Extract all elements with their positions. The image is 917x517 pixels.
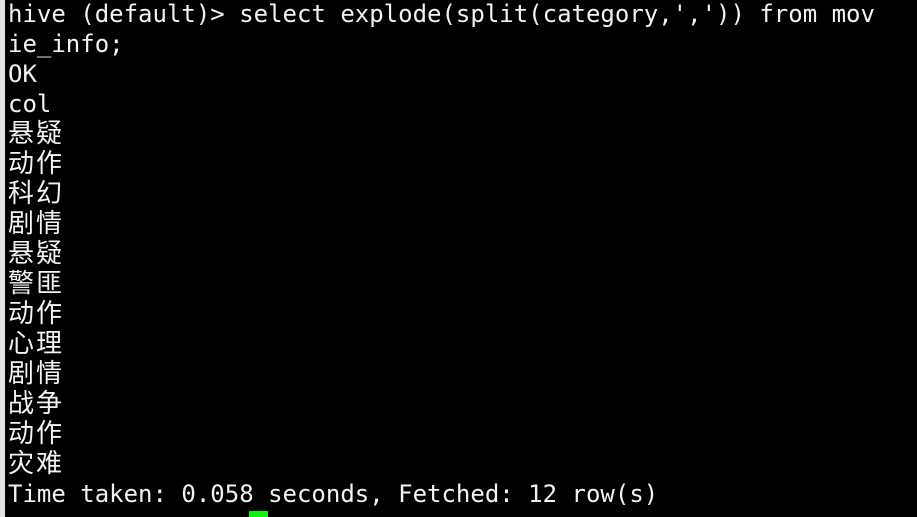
terminal-result-row-6: 警匪: [8, 269, 65, 299]
terminal-result-row-10: 战争: [8, 389, 65, 419]
terminal-result-row-8: 心理: [8, 329, 65, 359]
terminal-result-row-4: 剧情: [8, 209, 65, 239]
terminal-window[interactable]: hive (default)> select explode(split(cat…: [0, 0, 917, 517]
terminal-line-summary: Time taken: 0.058 seconds, Fetched: 12 r…: [8, 480, 659, 508]
terminal-line-column-header: col: [8, 90, 52, 118]
terminal-result-row-2: 动作: [8, 149, 65, 179]
terminal-result-row-11: 动作: [8, 419, 65, 449]
terminal-result-row-7: 动作: [8, 299, 65, 329]
terminal-result-row-12: 灾难: [8, 449, 65, 479]
terminal-result-row-5: 悬疑: [8, 239, 65, 269]
terminal-result-row-9: 剧情: [8, 359, 65, 389]
terminal-cursor: [249, 511, 268, 517]
terminal-line-status-ok: OK: [8, 60, 37, 88]
terminal-screen[interactable]: hive (default)> select explode(split(cat…: [5, 0, 917, 517]
terminal-line-command-2: ie_info;: [8, 30, 124, 58]
terminal-result-row-3: 科幻: [8, 179, 65, 209]
terminal-result-row-1: 悬疑: [8, 119, 65, 149]
terminal-line-command-1: hive (default)> select explode(split(cat…: [8, 0, 875, 28]
